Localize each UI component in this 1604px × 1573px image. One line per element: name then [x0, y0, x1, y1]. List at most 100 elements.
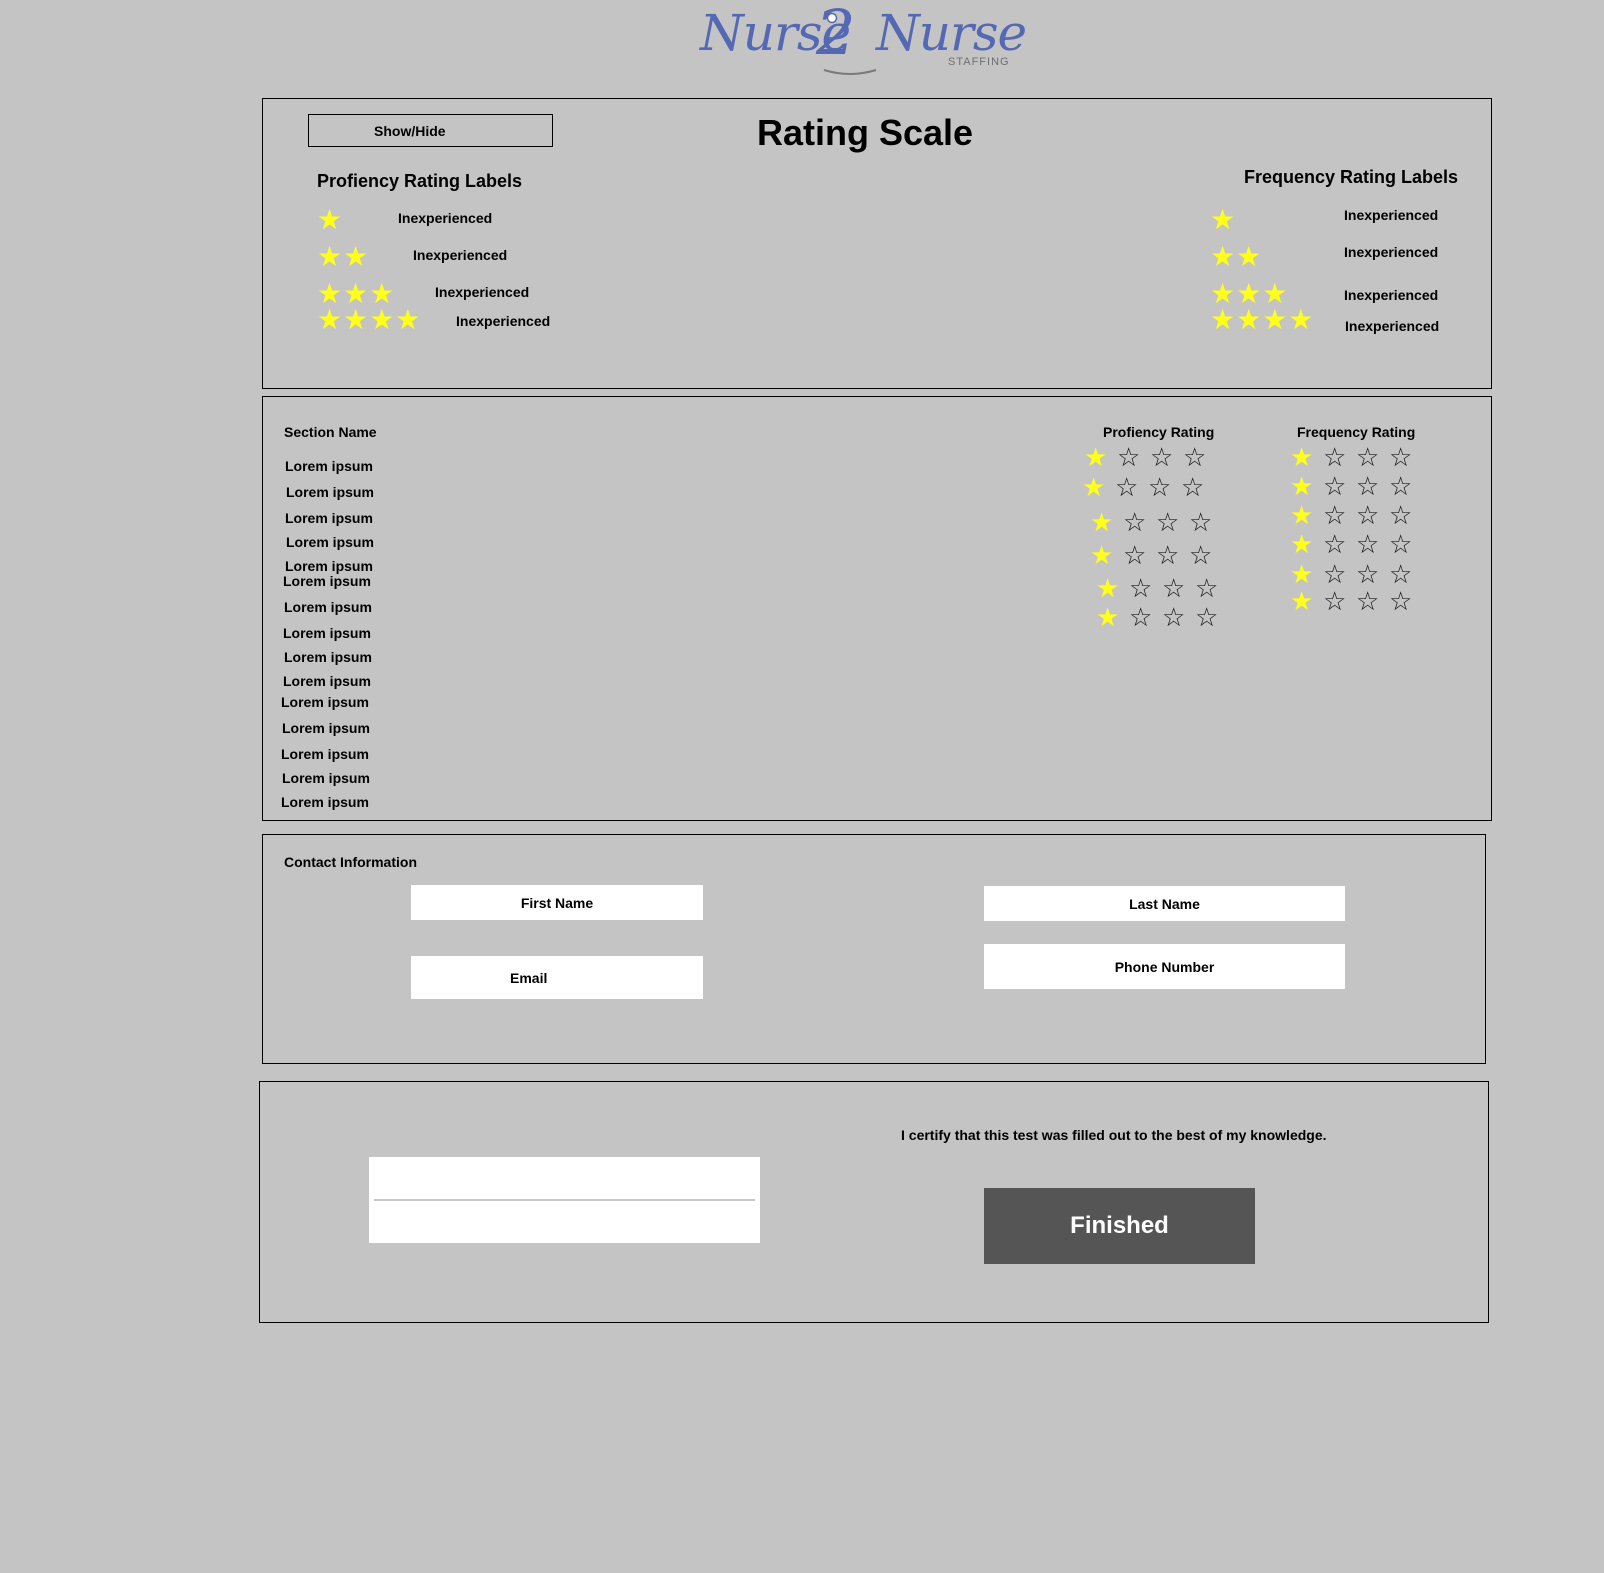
logo: Nurse 2 Nurse STAFFING [700, 0, 1027, 80]
section-item: Lorem ipsum [284, 599, 372, 615]
signature-field[interactable] [369, 1157, 760, 1243]
frequency-label-4: Inexperienced [1345, 318, 1440, 334]
finished-button[interactable]: Finished [984, 1188, 1255, 1264]
stethoscope-icon [823, 69, 877, 75]
star-empty-icon[interactable]: ☆ [1150, 444, 1183, 470]
star-filled-icon[interactable]: ★ [1290, 473, 1323, 499]
signature-line [374, 1199, 755, 1201]
section-item: Lorem ipsum [283, 673, 371, 689]
star-empty-icon[interactable]: ☆ [1162, 575, 1195, 601]
star-empty-icon[interactable]: ☆ [1356, 502, 1389, 528]
star-empty-icon[interactable]: ☆ [1181, 474, 1214, 500]
star-filled-icon[interactable]: ★ [1090, 542, 1123, 568]
star-empty-icon[interactable]: ☆ [1117, 444, 1150, 470]
frequency-stars-2: ★★ [1210, 241, 1263, 272]
proficiency-label-2: Inexperienced [413, 247, 508, 263]
star-empty-icon[interactable]: ☆ [1389, 473, 1422, 499]
proficiency-label-4: Inexperienced [456, 313, 551, 329]
star-empty-icon[interactable]: ☆ [1389, 531, 1422, 557]
frequency-rating-row: ★ ☆ ☆ ☆ [1290, 502, 1422, 528]
star-empty-icon[interactable]: ☆ [1189, 509, 1222, 535]
frequency-rating-header: Frequency Rating [1297, 424, 1416, 440]
frequency-labels-heading: Frequency Rating Labels [1244, 167, 1459, 187]
frequency-label-3: Inexperienced [1344, 287, 1439, 303]
star-empty-icon[interactable]: ☆ [1183, 444, 1216, 470]
proficiency-stars-2: ★★ [317, 241, 370, 272]
star-filled-icon[interactable]: ★ [1090, 509, 1123, 535]
star-empty-icon[interactable]: ☆ [1323, 588, 1356, 614]
star-empty-icon[interactable]: ☆ [1148, 474, 1181, 500]
star-empty-icon[interactable]: ☆ [1356, 588, 1389, 614]
star-empty-icon[interactable]: ☆ [1323, 473, 1356, 499]
section-item: Lorem ipsum [285, 510, 373, 526]
section-item: Lorem ipsum [285, 558, 373, 574]
star-empty-icon[interactable]: ☆ [1123, 509, 1156, 535]
star-empty-icon[interactable]: ☆ [1195, 575, 1228, 601]
frequency-stars-1: ★ [1210, 204, 1237, 235]
proficiency-stars-4: ★★★★ [317, 304, 422, 335]
star-empty-icon[interactable]: ☆ [1356, 473, 1389, 499]
star-filled-icon[interactable]: ★ [1290, 444, 1323, 470]
star-empty-icon[interactable]: ☆ [1323, 444, 1356, 470]
first-name-field[interactable]: First Name [411, 885, 703, 920]
star-empty-icon[interactable]: ☆ [1323, 531, 1356, 557]
phone-number-field[interactable]: Phone Number [984, 944, 1345, 989]
logo-word-2: Nurse [876, 4, 1027, 62]
star-empty-icon[interactable]: ☆ [1156, 509, 1189, 535]
email-field[interactable]: Email [411, 956, 703, 999]
stethoscope-bell-icon [826, 12, 838, 24]
star-empty-icon[interactable]: ☆ [1115, 474, 1148, 500]
star-empty-icon[interactable]: ☆ [1129, 604, 1162, 630]
star-empty-icon[interactable]: ☆ [1129, 575, 1162, 601]
frequency-rating-row: ★ ☆ ☆ ☆ [1290, 531, 1422, 557]
contact-heading: Contact Information [284, 854, 417, 870]
star-empty-icon[interactable]: ☆ [1356, 444, 1389, 470]
star-filled-icon[interactable]: ★ [1290, 588, 1323, 614]
frequency-stars-4: ★★★★ [1210, 304, 1315, 335]
star-filled-icon[interactable]: ★ [1082, 474, 1115, 500]
proficiency-stars-1: ★ [317, 204, 344, 235]
star-empty-icon[interactable]: ☆ [1389, 502, 1422, 528]
section-item: Lorem ipsum [281, 794, 369, 810]
last-name-field[interactable]: Last Name [984, 886, 1345, 921]
proficiency-rating-row: ★ ☆ ☆ ☆ [1096, 604, 1228, 630]
section-item: Lorem ipsum [282, 770, 370, 786]
star-empty-icon[interactable]: ☆ [1323, 502, 1356, 528]
section-item: Lorem ipsum [284, 649, 372, 665]
star-empty-icon[interactable]: ☆ [1156, 542, 1189, 568]
section-item: Lorem ipsum [286, 534, 374, 550]
star-empty-icon[interactable]: ☆ [1356, 561, 1389, 587]
proficiency-rating-row: ★ ☆ ☆ ☆ [1090, 542, 1222, 568]
star-empty-icon[interactable]: ☆ [1356, 531, 1389, 557]
star-empty-icon[interactable]: ☆ [1389, 561, 1422, 587]
proficiency-rating-row: ★ ☆ ☆ ☆ [1082, 474, 1214, 500]
star-empty-icon[interactable]: ☆ [1123, 542, 1156, 568]
show-hide-button[interactable]: Show/Hide [308, 114, 553, 147]
star-filled-icon[interactable]: ★ [1084, 444, 1117, 470]
page-title: Rating Scale [757, 112, 974, 153]
star-empty-icon[interactable]: ☆ [1162, 604, 1195, 630]
star-filled-icon[interactable]: ★ [1096, 604, 1129, 630]
frequency-rating-row: ★ ☆ ☆ ☆ [1290, 561, 1422, 587]
star-filled-icon[interactable]: ★ [1290, 502, 1323, 528]
star-empty-icon[interactable]: ☆ [1389, 444, 1422, 470]
frequency-label-1: Inexperienced [1344, 207, 1439, 223]
proficiency-label-3: Inexperienced [435, 284, 530, 300]
star-empty-icon[interactable]: ☆ [1389, 588, 1422, 614]
star-filled-icon[interactable]: ★ [1290, 531, 1323, 557]
section-item: Lorem ipsum [285, 458, 373, 474]
section-item: Lorem ipsum [286, 484, 374, 500]
frequency-rating-row: ★ ☆ ☆ ☆ [1290, 473, 1422, 499]
frequency-rating-row: ★ ☆ ☆ ☆ [1290, 444, 1422, 470]
star-empty-icon[interactable]: ☆ [1195, 604, 1228, 630]
star-filled-icon[interactable]: ★ [1290, 561, 1323, 587]
star-empty-icon[interactable]: ☆ [1323, 561, 1356, 587]
frequency-label-2: Inexperienced [1344, 244, 1439, 260]
proficiency-rating-row: ★ ☆ ☆ ☆ [1084, 444, 1216, 470]
section-name-header: Section Name [284, 424, 377, 440]
proficiency-label-1: Inexperienced [398, 210, 493, 226]
star-empty-icon[interactable]: ☆ [1189, 542, 1222, 568]
section-item: Lorem ipsum [282, 720, 370, 736]
star-filled-icon[interactable]: ★ [1096, 575, 1129, 601]
proficiency-rating-row: ★ ☆ ☆ ☆ [1090, 509, 1222, 535]
